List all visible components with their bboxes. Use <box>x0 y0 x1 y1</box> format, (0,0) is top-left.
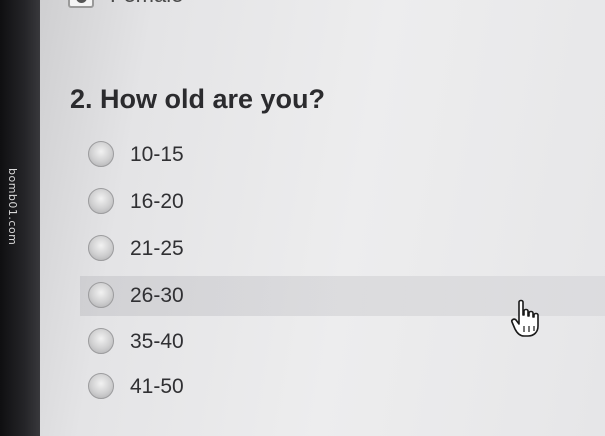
option-label: 10-15 <box>130 143 184 166</box>
age-option-41-50[interactable]: 41-50 <box>80 367 605 407</box>
radio-button-icon[interactable] <box>88 141 114 167</box>
age-options: 10-15 16-20 21-25 26-30 35-40 41-50 <box>40 0 605 436</box>
radio-button-icon[interactable] <box>88 328 114 354</box>
option-label: 26-30 <box>130 284 184 307</box>
radio-button-icon[interactable] <box>88 235 114 261</box>
radio-button-icon[interactable] <box>88 373 114 399</box>
option-label: 16-20 <box>130 190 184 213</box>
hand-pointer-icon <box>510 298 540 338</box>
option-label: 41-50 <box>130 375 184 398</box>
option-label: 21-25 <box>130 237 184 260</box>
option-label: 35-40 <box>130 330 184 353</box>
age-option-16-20[interactable]: 16-20 <box>80 182 605 222</box>
age-option-21-25[interactable]: 21-25 <box>80 229 605 269</box>
age-option-10-15[interactable]: 10-15 <box>80 135 605 175</box>
watermark: bomb01.com <box>6 168 19 246</box>
radio-button-icon[interactable] <box>88 282 114 308</box>
radio-button-icon[interactable] <box>88 188 114 214</box>
survey-form: Female 2. How old are you? 10-15 16-20 2… <box>40 0 605 436</box>
